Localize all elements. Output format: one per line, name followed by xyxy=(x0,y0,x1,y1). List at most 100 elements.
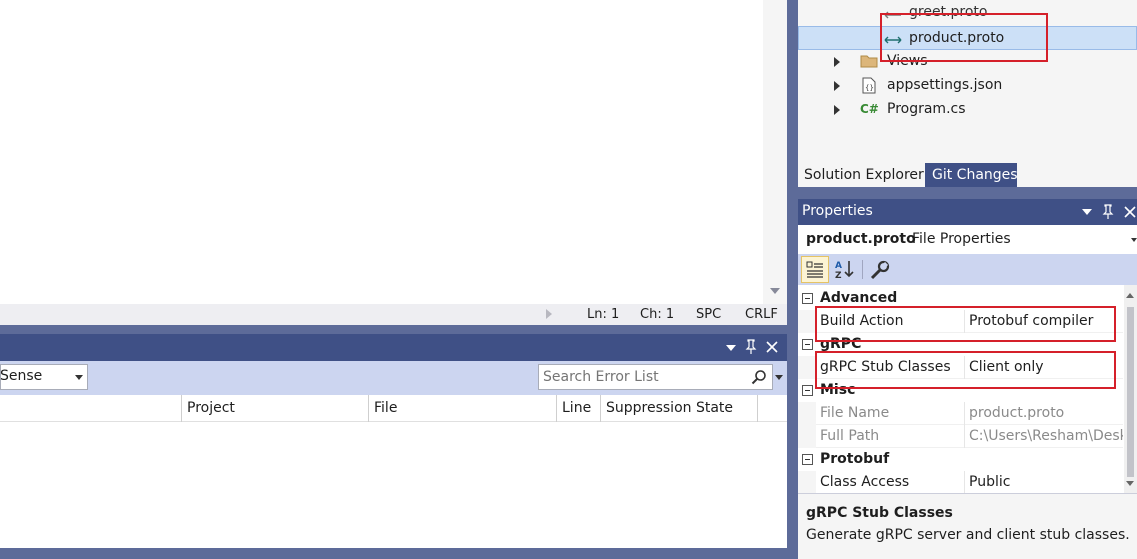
tree-item-program-cs[interactable]: C# Program.cs xyxy=(798,98,1137,122)
property-name: Build Action xyxy=(820,313,904,329)
property-description-panel: gRPC Stub Classes Generate gRPC server a… xyxy=(798,493,1137,559)
tree-item-appsettings-json[interactable]: {} appsettings.json xyxy=(798,74,1137,98)
editor-vertical-scrollbar[interactable] xyxy=(763,0,787,304)
panel-splitter[interactable] xyxy=(0,325,787,334)
bottom-border xyxy=(0,548,787,559)
property-value[interactable]: Public xyxy=(969,474,1010,490)
object-name: product.proto xyxy=(806,231,916,247)
properties-toolbar: AZ xyxy=(798,254,1137,285)
close-icon[interactable] xyxy=(766,341,778,353)
property-row-grpc-stub-classes[interactable]: gRPC Stub Classes Client only xyxy=(798,356,1123,379)
scroll-down-arrow-icon[interactable] xyxy=(1126,481,1134,486)
category-grpc[interactable]: gRPC xyxy=(798,333,1123,356)
expand-arrow-icon[interactable] xyxy=(834,81,840,91)
editor-status-bar: Ln: 1 Ch: 1 SPC CRLF xyxy=(0,304,787,325)
column-header-file[interactable]: File xyxy=(374,400,397,416)
property-value: product.proto xyxy=(969,405,1065,421)
solution-explorer-tree: greet.proto product.proto Views {} appse… xyxy=(798,0,1137,163)
csharp-file-icon: C# xyxy=(860,102,879,116)
category-protobuf[interactable]: Protobuf xyxy=(798,448,1123,471)
error-list-header: Project File Line Suppression State xyxy=(0,395,787,422)
column-header-suppression-state[interactable]: Suppression State xyxy=(606,400,733,416)
expand-arrow-icon[interactable] xyxy=(834,57,840,67)
property-value[interactable]: Client only xyxy=(969,359,1044,375)
column-header-project[interactable]: Project xyxy=(187,400,235,416)
line-indicator[interactable]: Ln: 1 xyxy=(587,307,619,322)
tree-item-label: appsettings.json xyxy=(887,77,1003,93)
category-advanced[interactable]: Advanced xyxy=(798,287,1123,310)
properties-object-selector[interactable]: product.proto File Properties xyxy=(798,225,1137,254)
build-intellisense-filter[interactable]: Sense xyxy=(0,364,88,390)
object-type: File Properties xyxy=(912,231,1011,247)
tree-item-label: Program.cs xyxy=(887,101,966,117)
line-ending-indicator[interactable]: CRLF xyxy=(745,307,778,322)
tree-item-views[interactable]: Views xyxy=(798,50,1137,74)
tab-label: Git Changes xyxy=(932,167,1018,183)
property-grid: Advanced Build Action Protobuf compiler … xyxy=(798,285,1137,494)
property-row-class-access[interactable]: Class Access Public xyxy=(798,471,1123,494)
collapse-icon[interactable] xyxy=(802,454,813,465)
tree-item-product-proto[interactable]: product.proto xyxy=(798,26,1137,50)
pin-icon[interactable] xyxy=(745,339,757,355)
dropdown-arrow-icon[interactable] xyxy=(726,345,736,351)
property-grid-scrollbar[interactable] xyxy=(1124,285,1137,493)
tab-git-changes[interactable]: Git Changes xyxy=(925,163,1018,187)
chevron-down-icon xyxy=(75,375,83,380)
error-list-title-bar xyxy=(0,334,787,361)
close-icon[interactable] xyxy=(1124,206,1136,218)
property-name: gRPC Stub Classes xyxy=(820,359,951,375)
category-misc[interactable]: Misc xyxy=(798,379,1123,402)
chevron-down-icon xyxy=(1131,238,1137,242)
tree-item-label: Views xyxy=(887,53,928,69)
property-row-file-name[interactable]: File Name product.proto xyxy=(798,402,1123,425)
property-row-build-action[interactable]: Build Action Protobuf compiler xyxy=(798,310,1123,333)
properties-title: Properties xyxy=(802,203,873,219)
toolbar-separator xyxy=(862,260,863,279)
property-name: Class Access xyxy=(820,474,910,490)
search-input[interactable] xyxy=(543,368,743,386)
proto-file-icon xyxy=(884,33,902,44)
scroll-thumb[interactable] xyxy=(1127,307,1134,477)
property-pages-wrench-icon[interactable] xyxy=(868,258,892,282)
category-label: Misc xyxy=(820,382,856,398)
vertical-splitter[interactable] xyxy=(787,0,798,559)
proto-file-icon xyxy=(884,8,902,19)
expand-arrow-icon[interactable] xyxy=(834,105,840,115)
category-label: Protobuf xyxy=(820,451,890,467)
collapse-icon[interactable] xyxy=(802,385,813,396)
whitespace-indicator[interactable]: SPC xyxy=(696,307,721,322)
collapse-icon[interactable] xyxy=(802,339,813,350)
svg-text:{}: {} xyxy=(865,84,874,92)
tab-solution-explorer[interactable]: Solution Explorer xyxy=(798,163,924,187)
error-search-box[interactable] xyxy=(538,364,773,390)
tree-item-label: product.proto xyxy=(909,30,1005,46)
property-value: C:\Users\Resham\Deskt xyxy=(969,428,1123,444)
filter-value: Sense xyxy=(0,368,43,384)
scroll-up-arrow-icon[interactable] xyxy=(1126,293,1134,298)
property-row-full-path[interactable]: Full Path C:\Users\Resham\Deskt xyxy=(798,425,1123,448)
scroll-down-arrow-icon[interactable] xyxy=(770,288,780,294)
property-value[interactable]: Protobuf compiler xyxy=(969,313,1093,329)
collapse-icon[interactable] xyxy=(802,293,813,304)
solution-tabs-bar: Solution Explorer Git Changes xyxy=(798,163,1137,187)
tree-item-greet-proto[interactable]: greet.proto xyxy=(798,2,1137,26)
column-indicator[interactable]: Ch: 1 xyxy=(640,307,674,322)
property-name: Full Path xyxy=(820,428,880,444)
svg-text:Z: Z xyxy=(835,271,842,281)
error-list-toolbar: Sense xyxy=(0,361,787,395)
search-options-dropdown-icon[interactable] xyxy=(775,375,783,380)
property-name: File Name xyxy=(820,405,890,421)
json-file-icon: {} xyxy=(862,77,876,94)
pin-icon[interactable] xyxy=(1102,204,1114,220)
categorized-view-icon[interactable] xyxy=(801,256,829,283)
category-label: Advanced xyxy=(820,290,898,306)
scroll-right-arrow-icon[interactable] xyxy=(546,309,552,319)
code-editor[interactable] xyxy=(0,0,763,304)
search-icon[interactable] xyxy=(751,369,767,385)
column-header-line[interactable]: Line xyxy=(562,400,591,416)
panel-splitter-right[interactable] xyxy=(798,187,1137,199)
alphabetical-sort-icon[interactable]: AZ xyxy=(832,256,858,283)
dropdown-arrow-icon[interactable] xyxy=(1082,209,1092,215)
description-title: gRPC Stub Classes xyxy=(806,505,953,521)
error-list-body[interactable] xyxy=(0,422,787,548)
